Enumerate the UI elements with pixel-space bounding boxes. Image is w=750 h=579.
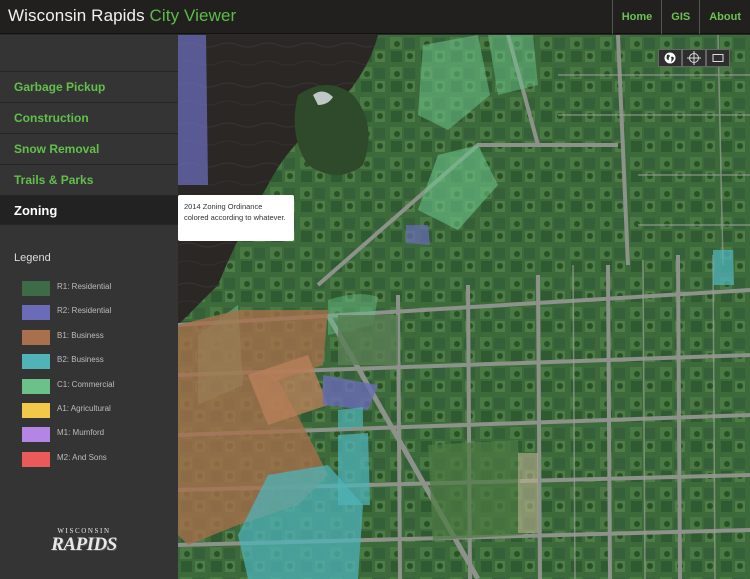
locate-button[interactable] — [682, 49, 706, 67]
legend-swatch — [22, 378, 50, 394]
app-title-accent: City Viewer — [149, 6, 237, 25]
legend-swatch — [22, 305, 50, 321]
legend-label: R1: Residential — [57, 282, 112, 291]
menu-item-trails-parks[interactable]: Trails & Parks — [0, 164, 178, 195]
app-title: Wisconsin Rapids City Viewer — [8, 6, 236, 26]
legend-title: Legend — [14, 252, 51, 264]
legend-swatch — [22, 451, 50, 467]
legend-label: B1: Business — [57, 330, 104, 340]
legend-label: M2: And Sons — [57, 452, 107, 462]
layer-menu: Garbage Pickup Construction Snow Removal… — [0, 71, 178, 225]
sidebar: Garbage Pickup Construction Snow Removal… — [0, 35, 178, 579]
menu-item-snow-removal[interactable]: Snow Removal — [0, 133, 178, 164]
legend-swatch — [22, 354, 50, 370]
city-logo: WISCONSIN RAPIDS — [44, 527, 124, 567]
nav-home[interactable]: Home — [611, 0, 662, 34]
menu-item-garbage-pickup[interactable]: Garbage Pickup — [0, 71, 178, 102]
fullscreen-icon — [712, 54, 724, 62]
map-controls — [658, 49, 730, 67]
legend-label: B2: Business — [57, 355, 104, 365]
zoning-map[interactable]: 2014 Zoning Ordinance colored according … — [178, 35, 750, 579]
legend-swatch — [22, 281, 50, 296]
globe-icon — [664, 52, 676, 64]
legend-label: R2: Residential — [57, 306, 112, 316]
app-title-main: Wisconsin Rapids — [8, 6, 145, 25]
globe-button[interactable] — [658, 49, 682, 67]
legend-label: C1: Commercial — [57, 379, 115, 389]
legend-swatch — [22, 402, 50, 418]
zoning-tooltip: 2014 Zoning Ordinance colored according … — [178, 195, 294, 241]
nav-gis[interactable]: GIS — [661, 0, 699, 34]
legend-swatch — [22, 329, 50, 345]
legend-swatch — [22, 427, 50, 443]
app-header: Wisconsin Rapids City Viewer Home GIS Ab… — [0, 0, 750, 34]
crosshair-icon — [687, 51, 701, 65]
aerial-map-image — [178, 35, 750, 579]
legend-label: M1: Mumford — [57, 428, 105, 438]
menu-item-construction[interactable]: Construction — [0, 102, 178, 133]
legend-label: A1: Agricultural — [57, 403, 111, 413]
menu-item-zoning[interactable]: Zoning — [0, 195, 178, 225]
top-nav: Home GIS About — [611, 0, 750, 34]
nav-about[interactable]: About — [699, 0, 750, 34]
logo-main-text: RAPIDS — [51, 534, 117, 555]
fullscreen-button[interactable] — [706, 49, 730, 67]
